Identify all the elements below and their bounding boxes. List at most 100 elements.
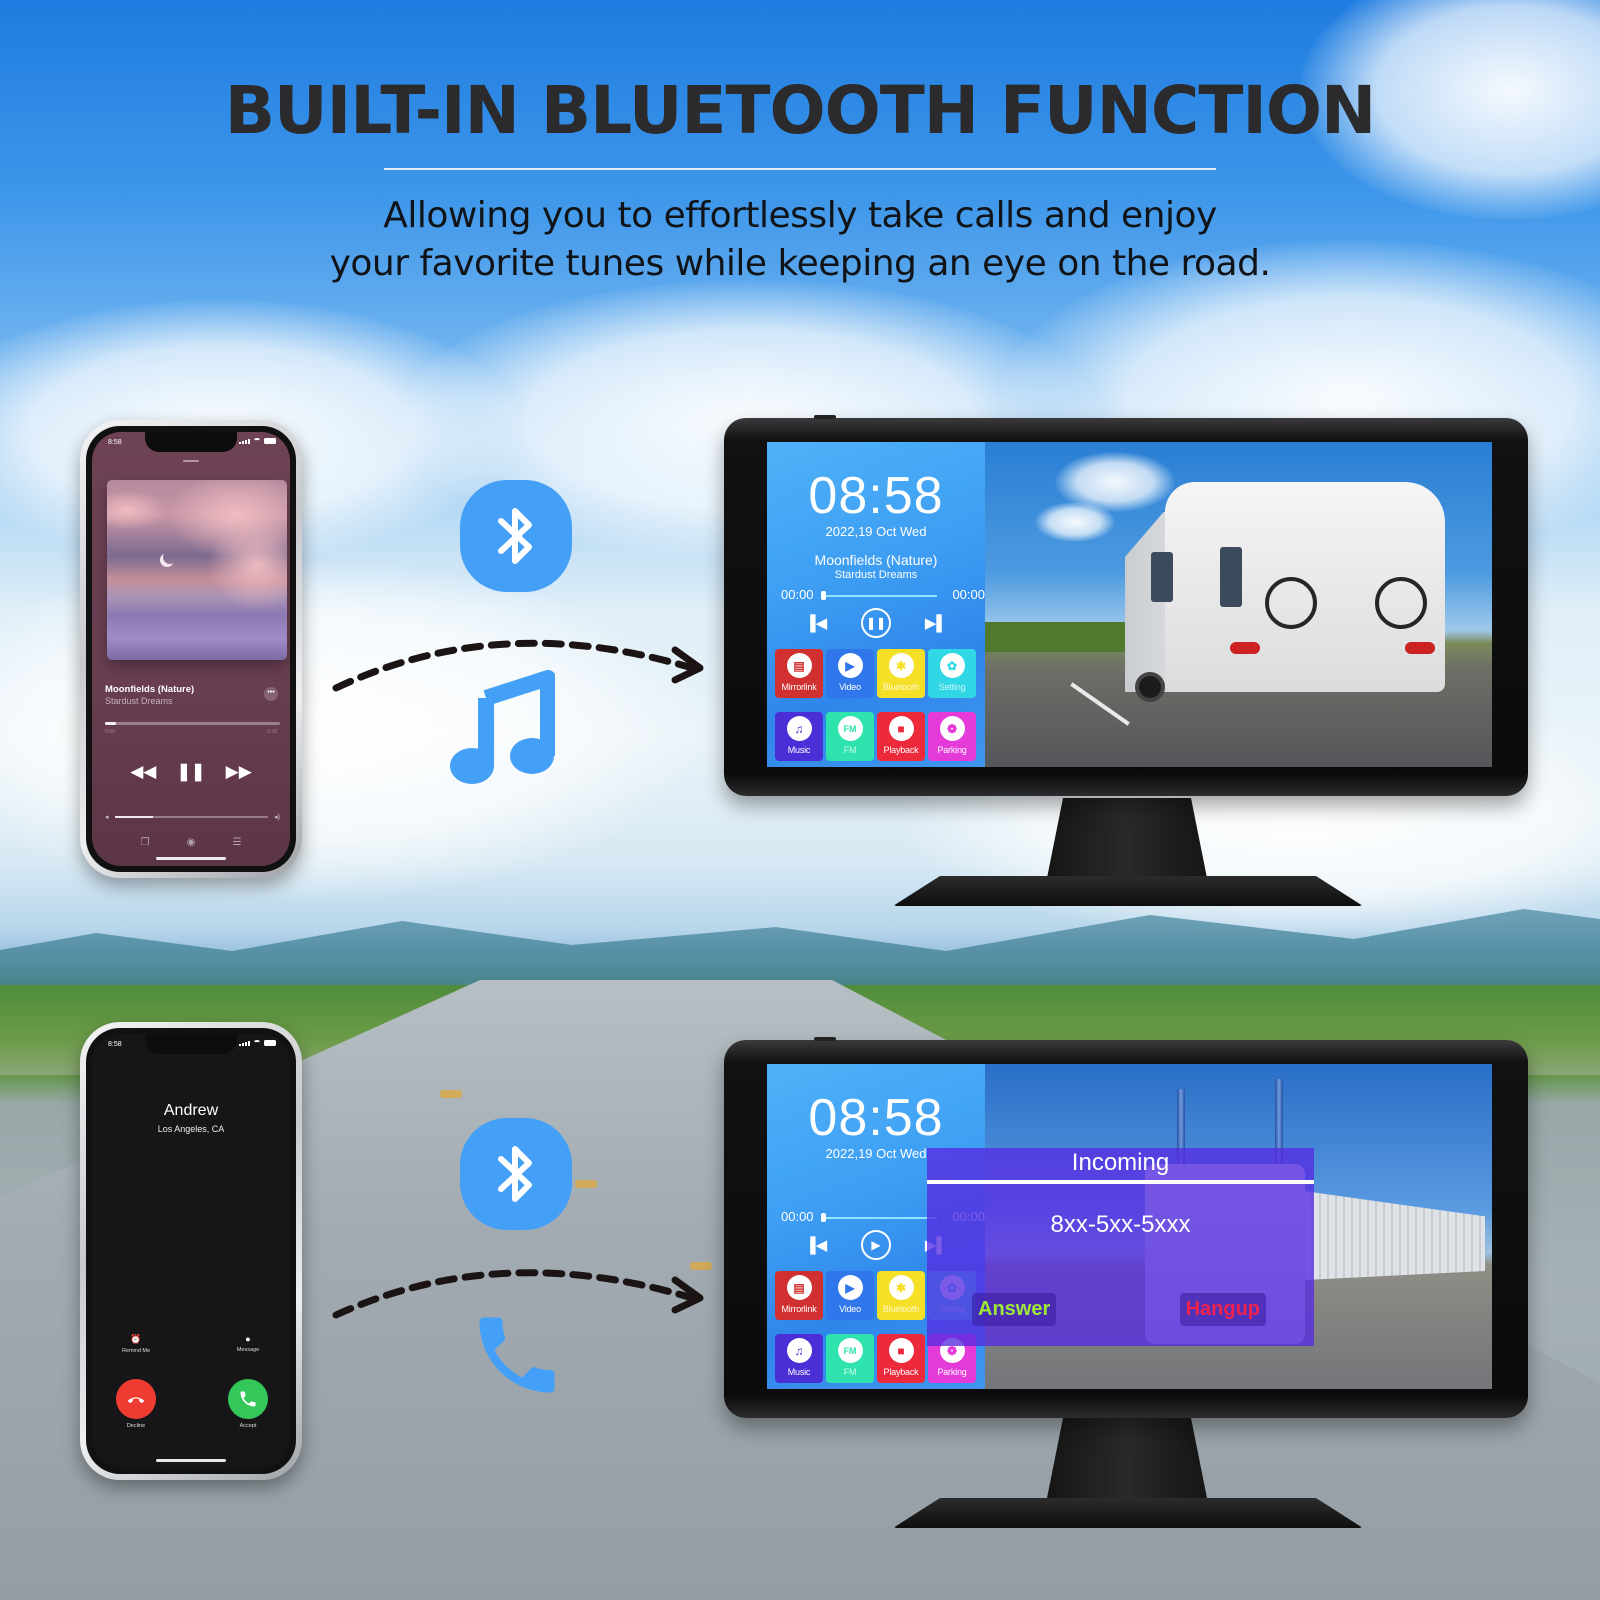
tile-bluetooth[interactable]: ✱ Bluetooth [877, 1271, 925, 1320]
tile-label: Parking [937, 745, 967, 755]
tile-playback[interactable]: ■ Playback [877, 1334, 925, 1383]
tile-setting[interactable]: ✿ Setting [928, 649, 976, 698]
tile-label: Video [839, 682, 861, 692]
seek-knob[interactable] [821, 591, 826, 600]
monitor-stand-top [1047, 798, 1207, 878]
mirrorlink-icon: ▤ [786, 1275, 812, 1300]
tile-parking[interactable]: ❁ Parking [928, 712, 976, 761]
status-time: 8:58 [108, 1041, 122, 1048]
car-monitor-top: 08:58 2022,19 Oct Wed Moonfields (Nature… [724, 415, 1528, 796]
parking-icon: ❁ [939, 716, 965, 741]
seek-bar[interactable] [824, 595, 937, 597]
tile-mirrorlink[interactable]: ▤ Mirrorlink [775, 649, 823, 698]
pause-button[interactable]: ❚❚ [861, 608, 891, 638]
status-icons [239, 1040, 276, 1046]
video-icon: ▶ [837, 1275, 863, 1300]
battery-icon [264, 438, 276, 444]
power-button[interactable] [814, 415, 836, 419]
song-title: Moonfields (Nature) [105, 684, 195, 695]
decline-button[interactable] [116, 1379, 156, 1419]
previous-track-icon[interactable]: ▐◀ [805, 1236, 827, 1254]
now-playing-artist: Stardust Dreams [834, 569, 918, 581]
tile-fm[interactable]: FM FM [826, 1334, 874, 1383]
app-tiles: ▤ Mirrorlink ▶ Video ✱ Bluetooth ✿ Setting ♫ Musi… [775, 649, 978, 761]
music-icon: ♫ [786, 716, 812, 741]
message-button[interactable]: ● Message [218, 1334, 278, 1353]
fm-icon: FM [837, 1338, 863, 1363]
rewind-icon[interactable]: ◀◀ [130, 762, 156, 782]
remind-me-button[interactable]: ⏰ Remind Me [106, 1334, 166, 1354]
player-bottom-icons: ❐ ◉ ☰ [92, 837, 290, 848]
monitor-base-top [893, 876, 1363, 906]
page-title: BUILT-IN BLUETOOTH FUNCTION [224, 72, 1377, 149]
sheet-grabber[interactable] [183, 460, 199, 462]
queue-list-icon[interactable]: ☰ [232, 837, 241, 848]
caller-number: 8xx-5xx-5xxx [1050, 1211, 1191, 1238]
accept-button[interactable] [228, 1379, 268, 1419]
bluetooth-badge-top [460, 480, 572, 592]
home-indicator[interactable] [156, 1459, 226, 1462]
title-divider [384, 168, 1216, 170]
fast-forward-icon[interactable]: ▶▶ [226, 762, 252, 782]
tile-music[interactable]: ♫ Music [775, 1334, 823, 1383]
time-end: 00:00 [952, 587, 985, 602]
page-subtitle: Allowing you to effortlessly take calls … [0, 192, 1600, 288]
answer-button[interactable]: Answer [972, 1293, 1057, 1326]
more-options-button[interactable]: ••• [264, 687, 278, 701]
progress-fill [105, 722, 116, 725]
home-indicator[interactable] [156, 857, 226, 860]
bluetooth-icon [498, 508, 532, 564]
volume-slider[interactable] [114, 816, 269, 818]
signal-icon [239, 438, 250, 444]
pause-icon[interactable]: ❚❚ [177, 762, 206, 782]
wifi-icon [253, 438, 261, 444]
rv-camper [1125, 482, 1445, 712]
monitor-display: 08:58 2022,19 Oct Wed 00:00 00:00 ▐◀ ▶ ▶… [767, 1064, 1492, 1389]
monitor-base-bottom [893, 1498, 1363, 1528]
phone-notch [145, 1034, 237, 1054]
song-artist: Stardust Dreams [105, 696, 173, 706]
volume-fill [114, 816, 153, 818]
seek-bar[interactable] [824, 1217, 937, 1219]
airplay-icon[interactable]: ◉ [187, 837, 196, 848]
tile-video[interactable]: ▶ Video [826, 1271, 874, 1320]
time-start: 00:00 [781, 587, 814, 602]
tile-mirrorlink[interactable]: ▤ Mirrorlink [775, 1271, 823, 1320]
date: 2022,19 Oct Wed [825, 524, 927, 539]
power-button[interactable] [814, 1037, 836, 1041]
home-panel: 08:58 2022,19 Oct Wed Moonfields (Nature… [767, 442, 985, 767]
previous-track-icon[interactable]: ▐◀ [805, 614, 827, 632]
setting-icon: ✿ [939, 653, 965, 678]
phone-handset-icon [479, 1317, 555, 1393]
caller-location: Los Angeles, CA [157, 1124, 225, 1134]
rear-camera-view [985, 442, 1492, 767]
bluetooth-icon: ✱ [888, 1275, 914, 1300]
tile-fm[interactable]: FM FM [826, 712, 874, 761]
tile-video[interactable]: ▶ Video [826, 649, 874, 698]
remaining-time: -2:38 [265, 729, 277, 735]
lyrics-icon[interactable]: ❐ [141, 837, 150, 848]
status-time: 8:58 [108, 439, 122, 446]
tile-label: Mirrorlink [781, 1304, 817, 1314]
album-art [107, 480, 287, 660]
seek-knob[interactable] [821, 1213, 826, 1222]
subtitle-line-1: Allowing you to effortlessly take calls … [383, 195, 1217, 236]
hangup-button[interactable]: Hangup [1179, 1293, 1266, 1326]
clock: 08:58 [808, 467, 944, 525]
tile-label: Setting [938, 682, 966, 692]
bluetooth-badge-bottom [460, 1118, 572, 1230]
car-monitor-bottom: 08:58 2022,19 Oct Wed 00:00 00:00 ▐◀ ▶ ▶… [724, 1037, 1528, 1418]
volume-high-icon: ◂) [274, 814, 280, 821]
elapsed-time: 0:09 [105, 729, 115, 735]
tile-label: Parking [937, 1367, 967, 1377]
playback-icon: ■ [888, 716, 914, 741]
tile-label: Playback [883, 745, 919, 755]
tile-bluetooth[interactable]: ✱ Bluetooth [877, 649, 925, 698]
music-icon: ♫ [786, 1338, 812, 1363]
tile-playback[interactable]: ■ Playback [877, 712, 925, 761]
next-track-icon[interactable]: ▶▌ [925, 614, 947, 632]
tile-music[interactable]: ♫ Music [775, 712, 823, 761]
playback-progress-bar[interactable] [105, 722, 280, 725]
tile-label: FM [843, 745, 857, 755]
play-button[interactable]: ▶ [861, 1230, 891, 1260]
